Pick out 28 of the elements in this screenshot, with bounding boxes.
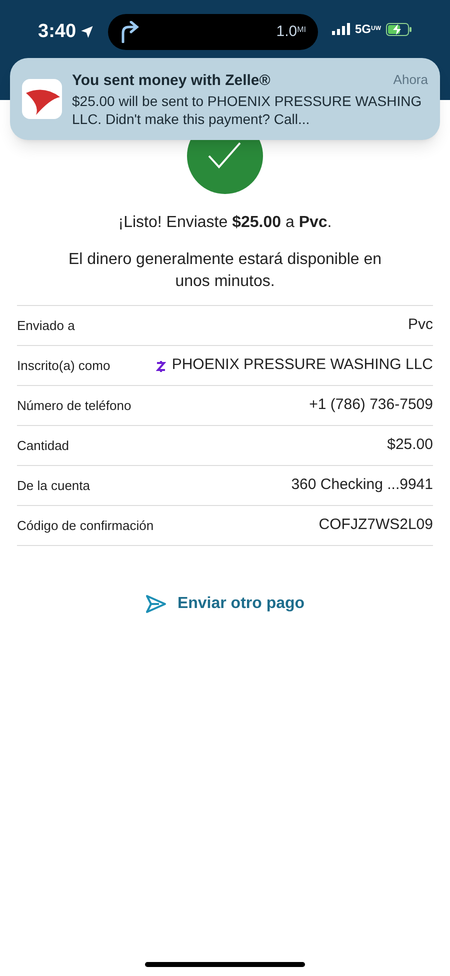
notification-time: Ahora (393, 70, 428, 89)
detail-label: Número de teléfono (17, 396, 132, 415)
network-label: 5G$^{UW}$ (354, 21, 381, 38)
notification-title: You sent money with Zelle® (72, 70, 270, 91)
confirmation-headline: ¡Listo! Enviaste $25.00 a Pvc. (117, 213, 333, 233)
app-icon (22, 79, 62, 119)
turn-arrow-icon (120, 21, 140, 43)
detail-value: +1 (786) 736-7509 (309, 395, 433, 416)
detail-label: Cantidad (17, 436, 70, 455)
detail-label: De la cuenta (17, 476, 90, 495)
confirmation-message: El dinero generalmente estará disponible en unos minutos. (67, 250, 383, 292)
notification-card[interactable]: You sent money with Zelle® Ahora $25.00 will be sent to PHOENIX PRESSURE WASHING LLC. Didn't make this payment? Call... (10, 58, 440, 140)
distance-text: 1.0$^{MI}$ (276, 22, 306, 42)
notification-body: $25.00 will be sent to PHOENIX PRESSURE WASHING LLC. Didn't make this payment? Call... (72, 92, 423, 128)
detail-value: PHOENIX PRESSURE WASHING LLC (172, 355, 433, 376)
detail-value: 360 Checking ...9941 (291, 475, 433, 496)
detail-value: $25.00 (387, 435, 433, 456)
clock-time: 3:40 (38, 20, 76, 44)
detail-label: Inscrito(a) como (17, 356, 110, 375)
detail-label: Enviado a (17, 316, 75, 335)
send-icon (145, 594, 168, 614)
signal-icon (332, 23, 350, 35)
zelle-icon (156, 360, 166, 372)
send-another-payment-link[interactable]: Enviar otro pago (145, 592, 305, 616)
detail-value: Pvc (408, 315, 433, 336)
detail-value: COFJZ7WS2L09 (318, 515, 433, 536)
location-arrow-icon (80, 25, 94, 40)
detail-label: Código de confirmación (17, 516, 154, 535)
